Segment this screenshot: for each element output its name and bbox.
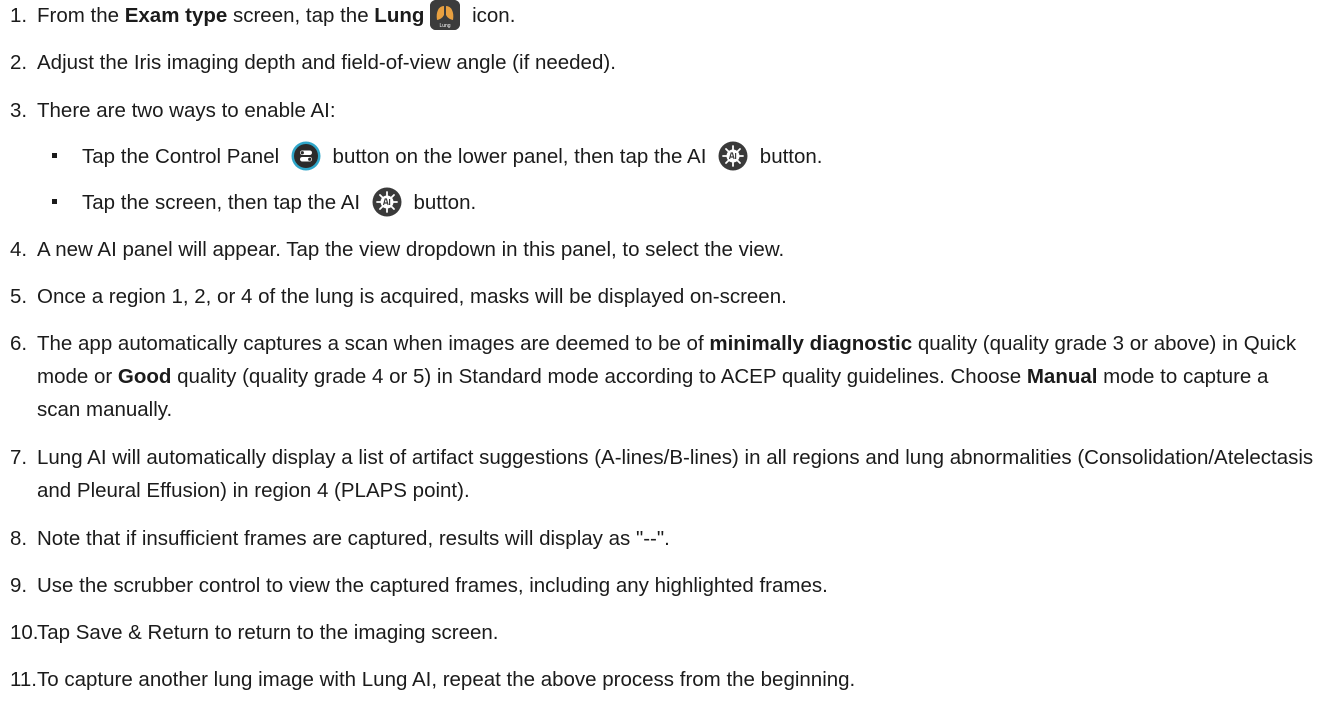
control-panel-icon xyxy=(291,141,321,171)
ai-icon xyxy=(718,141,748,171)
step-9: 9. Use the scrubber control to view the c… xyxy=(10,574,828,597)
step-10: 10.Tap Save & Return to return to the im… xyxy=(10,621,499,644)
step-3: 3. There are two ways to enable AI: xyxy=(10,99,336,122)
step-11: 11.To capture another lung image with Lu… xyxy=(10,668,856,691)
substep-2: Tap the screen, then tap the AI button. xyxy=(52,186,476,219)
step-6: 6. The app automatically captures a scan … xyxy=(10,332,1297,421)
step-5: 5. Once a region 1, 2, or 4 of the lung i… xyxy=(10,285,787,308)
lung-label: Lung xyxy=(374,4,425,27)
step-8: 8. Note that if insufficient frames are c… xyxy=(10,527,670,550)
step-7: 7. Lung AI will automatically display a l… xyxy=(10,446,1314,502)
ai-icon xyxy=(372,187,402,217)
bullet xyxy=(52,153,57,159)
lung-icon-label: Lung xyxy=(440,23,451,29)
step-4: 4. A new AI panel will appear. Tap the vi… xyxy=(10,238,785,261)
exam-type-label: Exam type xyxy=(124,4,228,27)
step-1: 1. From the Exam type screen, tap the Lun… xyxy=(10,0,1315,32)
step-2: 2. Adjust the Iris imaging depth and fiel… xyxy=(10,51,616,74)
step-number: 1. xyxy=(10,4,28,27)
bullet xyxy=(52,199,57,205)
lung-icon: Lung xyxy=(430,0,461,30)
substep-1: Tap the Control Panel button on the lowe… xyxy=(52,140,822,173)
